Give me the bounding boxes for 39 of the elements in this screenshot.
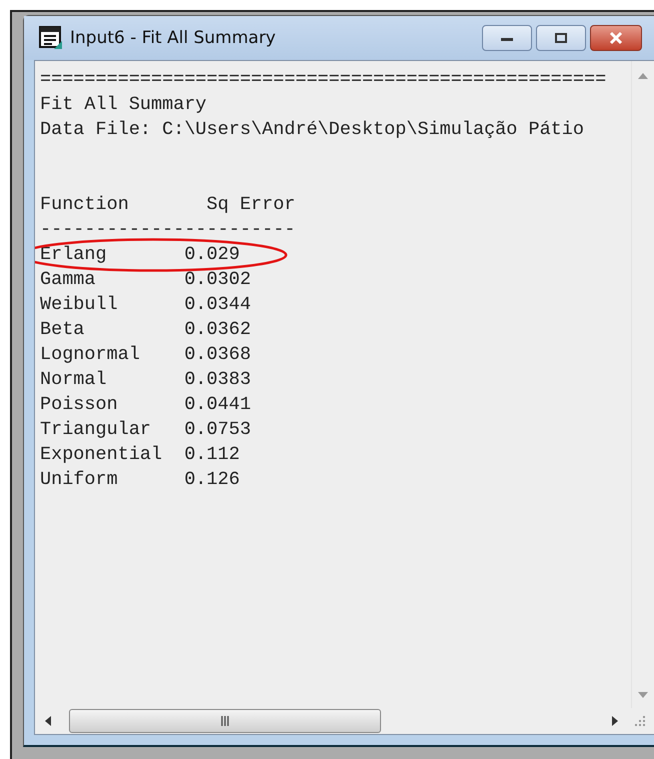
function-name: Erlang — [40, 243, 108, 267]
scroll-down-icon[interactable] — [638, 692, 648, 698]
error-value: 0.0302 — [184, 269, 251, 290]
scroll-right-icon[interactable] — [612, 716, 618, 726]
function-name: Exponential — [40, 443, 164, 467]
function-name: Normal — [40, 368, 108, 392]
maximize-icon — [554, 32, 568, 44]
resize-grip-icon[interactable] — [634, 715, 646, 727]
scroll-left-icon[interactable] — [45, 716, 51, 726]
report-heading: Fit All Summary — [40, 94, 207, 115]
scroll-up-icon[interactable] — [638, 73, 648, 79]
close-icon — [608, 31, 624, 45]
data-file-path: Data File: C:\Users\André\Desktop\Simulação Pátio — [40, 119, 584, 140]
document-icon — [38, 25, 64, 51]
function-name: Weibull — [40, 293, 119, 317]
function-name: Poisson — [40, 393, 119, 417]
function-name: Lognormal — [40, 343, 141, 367]
error-value: 0.0344 — [184, 294, 251, 315]
function-name: Triangular — [40, 418, 152, 442]
error-value: 0.0362 — [184, 319, 251, 340]
error-value: 0.0383 — [184, 369, 251, 390]
error-value: 0.029 — [184, 244, 240, 265]
minimize-button[interactable] — [482, 25, 532, 51]
close-button[interactable] — [590, 25, 642, 51]
error-value: 0.0441 — [184, 394, 251, 415]
function-name: Uniform — [40, 468, 119, 492]
error-value: 0.0368 — [184, 344, 251, 365]
error-value: 0.0753 — [184, 419, 251, 440]
divider-dashes: ----------------------- — [40, 219, 296, 240]
function-name: Beta — [40, 318, 86, 342]
separator-line: =================================================== — [40, 69, 606, 90]
error-value: 0.126 — [184, 469, 240, 490]
function-name: Gamma — [40, 268, 97, 292]
column-header: Sq Error — [206, 194, 296, 215]
scroll-thumb[interactable] — [69, 709, 381, 733]
error-value: 0.112 — [184, 444, 240, 465]
column-header: Function — [40, 193, 130, 217]
maximize-button[interactable] — [536, 25, 586, 51]
window-title: Input6 - Fit All Summary — [70, 28, 276, 48]
